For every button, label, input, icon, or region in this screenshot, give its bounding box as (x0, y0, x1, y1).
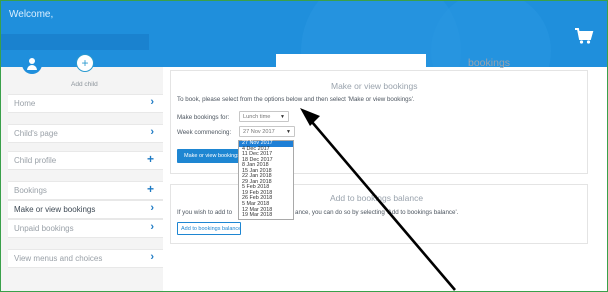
annotation-arrow-icon (300, 108, 456, 291)
